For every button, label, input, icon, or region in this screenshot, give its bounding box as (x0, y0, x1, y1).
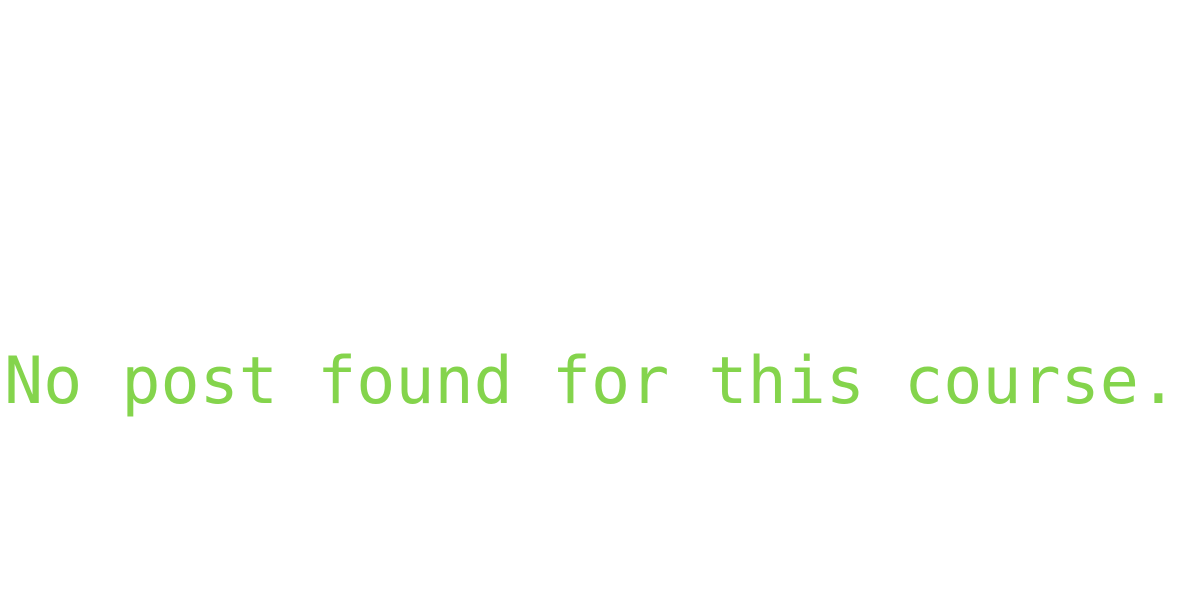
page: No post found for this course. (0, 0, 1200, 600)
empty-state: No post found for this course. (0, 343, 1200, 419)
empty-state-message: No post found for this course. (4, 343, 1178, 419)
